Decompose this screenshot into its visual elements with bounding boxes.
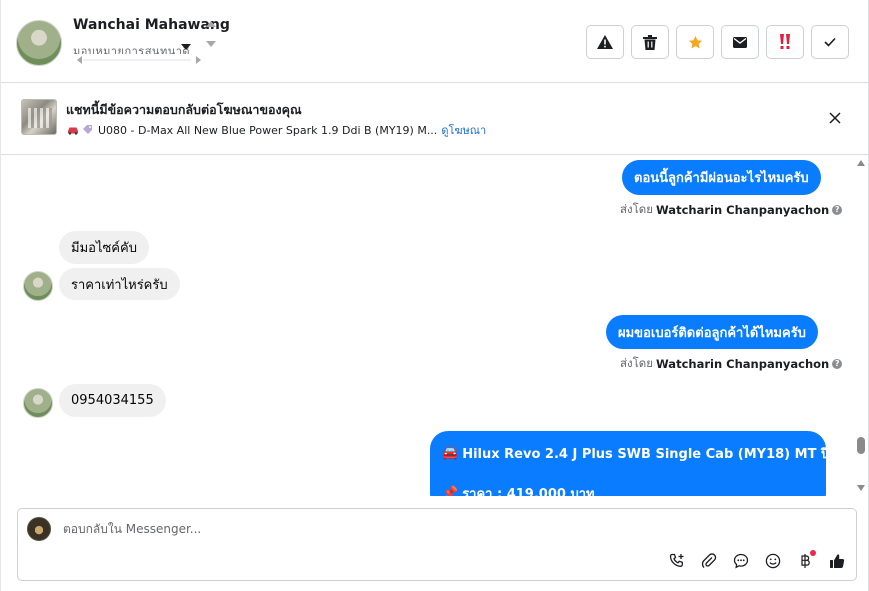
star-button[interactable] bbox=[676, 25, 714, 59]
ad-reply-banner: แชทนี้มีข้อความตอบกลับต่อโฆษณาของคุณ U08… bbox=[1, 83, 869, 155]
sent-by-label: ส่งโดย Watcharin Chanpanyachon ? bbox=[620, 201, 843, 219]
star-icon bbox=[688, 35, 702, 48]
car-emoji-icon: 🚘 bbox=[442, 446, 459, 461]
exclamation-icon bbox=[780, 34, 790, 49]
listing-title: Hilux Revo 2.4 J Plus SWB Single Cab (MY… bbox=[462, 447, 853, 462]
ad-title: U080 - D-Max All New Blue Power Spark 1.… bbox=[98, 123, 438, 137]
contact-avatar[interactable] bbox=[16, 20, 62, 66]
message-bubble-incoming[interactable]: มีมอไซค์คับ bbox=[59, 231, 149, 264]
sender-name[interactable]: Watcharin Chanpanyachon bbox=[656, 203, 829, 217]
saved-reply-button[interactable] bbox=[730, 550, 752, 572]
car-icon bbox=[68, 127, 78, 135]
close-icon bbox=[829, 112, 841, 124]
emoji-icon bbox=[765, 553, 781, 569]
warning-icon bbox=[597, 35, 613, 49]
message-thread[interactable]: ตอนนี้ลูกค้ามีผ่อนอะไรไหมครับ ส่งโดย Wat… bbox=[1, 156, 853, 496]
contact-avatar-small[interactable] bbox=[23, 271, 53, 301]
ad-info: U080 - D-Max All New Blue Power Spark 1.… bbox=[67, 121, 486, 139]
listing-message-bubble[interactable]: 🚘 Hilux Revo 2.4 J Plus SWB Single Cab (… bbox=[430, 431, 853, 496]
scroll-down-icon[interactable] bbox=[206, 41, 216, 47]
emoji-button[interactable] bbox=[762, 550, 784, 572]
tag-icon bbox=[83, 125, 92, 134]
assignee-scroll[interactable] bbox=[205, 19, 217, 51]
attachment-icon bbox=[701, 553, 717, 568]
notification-dot bbox=[810, 550, 816, 556]
composer-toolbar bbox=[666, 550, 848, 572]
saved-reply-icon bbox=[733, 553, 749, 569]
like-icon bbox=[830, 554, 845, 568]
sent-by-label: ส่งโดย Watcharin Chanpanyachon ? bbox=[620, 355, 843, 373]
mark-unread-button[interactable] bbox=[721, 25, 759, 59]
message-bubble-incoming[interactable]: ราคาเท่าไหร่ครับ bbox=[59, 268, 180, 300]
chevron-down-icon[interactable] bbox=[181, 44, 191, 50]
reply-composer bbox=[17, 508, 857, 581]
assignee-hscroll[interactable] bbox=[73, 55, 201, 65]
mark-done-button[interactable] bbox=[811, 25, 849, 59]
scroll-up-icon[interactable] bbox=[857, 160, 865, 166]
banner-title: แชทนี้มีข้อความตอบกลับต่อโฆษณาของคุณ bbox=[66, 102, 302, 117]
scroll-track[interactable] bbox=[83, 59, 191, 61]
attach-button[interactable] bbox=[698, 550, 720, 572]
scroll-up-icon[interactable] bbox=[206, 21, 216, 27]
reply-input[interactable] bbox=[63, 522, 623, 536]
mark-spam-button[interactable] bbox=[586, 25, 624, 59]
info-icon[interactable]: ? bbox=[832, 359, 843, 369]
sender-name[interactable]: Watcharin Chanpanyachon bbox=[656, 357, 829, 371]
like-button[interactable] bbox=[826, 550, 848, 572]
listing-title-line: 🚘 Hilux Revo 2.4 J Plus SWB Single Cab (… bbox=[442, 443, 853, 464]
header-actions bbox=[586, 25, 849, 59]
conversation-panel: Wanchai Mahawang มอบหมายการสนทนาดี แชทนี… bbox=[0, 0, 869, 591]
pin-emoji-icon: 📌 bbox=[442, 486, 459, 496]
scroll-down-icon[interactable] bbox=[857, 485, 865, 491]
contact-avatar-small[interactable] bbox=[23, 388, 53, 418]
call-add-icon bbox=[669, 553, 684, 567]
view-ad-link[interactable]: ดูโฆษณา bbox=[441, 121, 486, 139]
follow-up-button[interactable] bbox=[766, 25, 804, 59]
payment-button[interactable] bbox=[794, 550, 816, 572]
scroll-right-icon[interactable] bbox=[196, 56, 201, 64]
sent-by-prefix: ส่งโดย bbox=[620, 356, 654, 370]
message-bubble-outgoing[interactable]: ผมขอเบอร์ติดต่อลูกค้าได้ไหมครับ bbox=[606, 315, 818, 349]
scrollbar-thumb[interactable] bbox=[857, 437, 865, 454]
scroll-left-icon[interactable] bbox=[77, 56, 82, 64]
sent-by-prefix: ส่งโดย bbox=[620, 202, 654, 216]
listing-price-line: 📌 ราคา : 419,000 บาท bbox=[442, 483, 814, 496]
close-banner-button[interactable] bbox=[825, 108, 845, 128]
baht-icon bbox=[801, 554, 810, 568]
envelope-icon bbox=[733, 36, 747, 48]
trash-icon bbox=[643, 34, 657, 50]
message-bubble-outgoing[interactable]: ตอนนี้ลูกค้ามีผ่อนอะไรไหมครับ bbox=[622, 160, 821, 195]
ad-thumbnail[interactable] bbox=[21, 99, 57, 135]
conversation-header: Wanchai Mahawang มอบหมายการสนทนาดี bbox=[1, 0, 869, 83]
info-icon[interactable]: ? bbox=[832, 205, 843, 215]
listing-price: ราคา : 419,000 บาท bbox=[462, 487, 595, 496]
delete-button[interactable] bbox=[631, 25, 669, 59]
page-avatar bbox=[27, 517, 51, 541]
thread-scrollbar[interactable] bbox=[854, 156, 868, 496]
add-call-button[interactable] bbox=[666, 550, 688, 572]
check-icon bbox=[824, 37, 836, 47]
message-bubble-incoming[interactable]: 0954034155 bbox=[59, 384, 166, 417]
